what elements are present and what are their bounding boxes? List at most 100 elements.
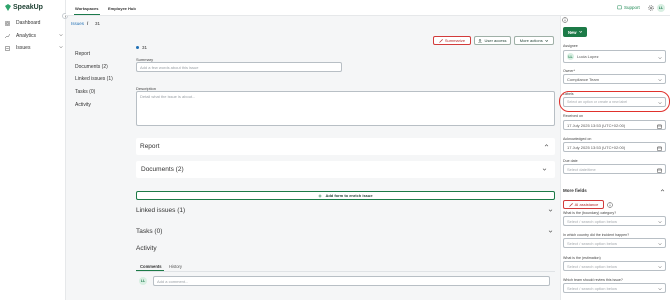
tab-employee-hub[interactable]: Employee Hub — [108, 6, 136, 11]
nav-link-documents[interactable]: Documents (2) — [75, 64, 108, 70]
chevron-down-icon — [59, 46, 63, 49]
chevron-down-icon — [59, 34, 63, 37]
top-bar: Workspaces Employee Hub Support LL — [66, 0, 670, 16]
assignee-value: Lucia Lopez — [577, 54, 599, 59]
sidebar-item-label: Analytics — [16, 33, 37, 39]
comment-input[interactable]: Add a comment... — [153, 276, 550, 286]
chevron-down-icon — [658, 220, 662, 223]
assignee-avatar: LL — [567, 53, 574, 60]
plus-icon — [318, 194, 322, 197]
received-date-input[interactable]: 17 July 2025 13:53 (UTC+02:00) — [563, 120, 666, 130]
chevron-down-icon — [578, 31, 582, 34]
chevron-down-icon — [658, 56, 662, 59]
question-4-placeholder: Select / search option below — [567, 285, 618, 291]
add-form-label: Add form to enrich issue — [325, 193, 373, 198]
question-2-select[interactable]: Select / search option below — [563, 238, 666, 248]
labels-highlight-annotation — [559, 91, 670, 112]
info-icon[interactable] — [607, 202, 613, 208]
question-3-label: What is the (estimation) — [563, 256, 601, 260]
calendar-icon — [657, 146, 662, 151]
sidebar-item-label: Dashboard — [16, 20, 41, 26]
app-logo-text: SpeakUp — [13, 4, 43, 11]
new-label: New — [567, 29, 577, 35]
nav-link-linked-issues[interactable]: Linked issues (1) — [75, 76, 113, 82]
chevron-down-icon — [544, 39, 548, 42]
description-textarea[interactable]: Detail what the issue is about... — [136, 91, 555, 126]
owner-label: Owner* — [563, 69, 575, 73]
question-1-placeholder: Select / search option below — [567, 218, 618, 224]
acknowledged-date-input[interactable]: 17 July 2025 13:53 (UTC+02:00) — [563, 142, 666, 152]
comment-avatar: LL — [139, 277, 147, 285]
received-value: 17 July 2025 13:53 (UTC+02:00) — [567, 122, 626, 128]
report-section[interactable] — [136, 138, 555, 155]
sidebar-item-issues[interactable]: Issues — [5, 45, 63, 51]
chevron-up-icon[interactable] — [544, 143, 549, 148]
status-dot-icon — [136, 46, 139, 49]
magic-wand-icon — [568, 202, 573, 207]
breadcrumb-separator: / — [87, 21, 89, 26]
ai-assistance-button[interactable]: AI assistance — [563, 200, 604, 209]
question-1-label: What is the (boundary) category? — [563, 211, 617, 215]
more-actions-label: More actions — [519, 38, 543, 43]
breadcrumb-issue-id: 31 — [95, 21, 101, 26]
question-3-select[interactable]: Select / search option below — [563, 261, 666, 271]
magic-wand-icon — [439, 38, 443, 43]
assignee-label: Assignee — [563, 44, 578, 48]
support-link[interactable]: Support — [617, 5, 640, 10]
question-2-label: In which country did the incident happen… — [563, 233, 630, 237]
chevron-up-icon[interactable] — [660, 188, 665, 193]
tasks-title: Tasks (0) — [136, 228, 163, 235]
question-1-select[interactable]: Select / search option below — [563, 216, 666, 226]
chevron-down-icon[interactable] — [548, 229, 553, 234]
user-avatar[interactable]: LL — [657, 4, 665, 12]
due-date-label: Due date — [563, 159, 578, 163]
calendar-icon — [657, 168, 662, 173]
nav-link-report[interactable]: Report — [75, 51, 90, 57]
report-title: Report — [140, 143, 160, 150]
add-form-button[interactable]: Add form to enrich issue — [136, 191, 555, 200]
more-actions-button[interactable]: More actions — [514, 36, 554, 45]
activity-title: Activity — [136, 245, 157, 252]
dashboard-icon — [5, 20, 10, 26]
new-button[interactable]: New — [563, 27, 587, 37]
owner-select[interactable]: Compliance Team — [563, 74, 666, 84]
app-logo[interactable]: SpeakUp — [5, 4, 43, 11]
support-label: Support — [624, 5, 640, 10]
due-date-input[interactable]: Select date/time — [563, 164, 666, 174]
due-date-placeholder: Select date/time — [567, 166, 596, 172]
nav-link-activity[interactable]: Activity — [75, 102, 91, 108]
more-fields-title[interactable]: More fields — [563, 188, 587, 193]
gear-icon[interactable] — [648, 5, 654, 11]
linked-issues-title: Linked issues (1) — [136, 207, 186, 214]
documents-section[interactable] — [136, 161, 555, 178]
nav-link-tasks[interactable]: Tasks (0) — [75, 89, 95, 95]
summarize-button[interactable]: Summarize — [433, 36, 471, 45]
question-2-placeholder: Select / search option below — [567, 240, 618, 246]
chevron-down-icon[interactable] — [548, 208, 553, 213]
summary-input[interactable]: Add a few words about this issue — [136, 62, 342, 72]
sidebar-item-dashboard[interactable]: Dashboard — [5, 20, 63, 26]
info-icon[interactable] — [562, 17, 568, 23]
user-access-label: User access — [484, 38, 507, 43]
question-4-select[interactable]: Select / search option below — [563, 283, 666, 293]
chevron-down-icon — [658, 78, 662, 81]
support-icon — [617, 5, 622, 10]
tab-history[interactable]: History — [169, 264, 182, 269]
tabs-divider — [136, 271, 555, 272]
chevron-down-icon[interactable] — [542, 167, 547, 172]
sidebar-item-analytics[interactable]: Analytics — [5, 33, 63, 39]
breadcrumb-issues[interactable]: Issues — [71, 21, 84, 26]
tab-comments[interactable]: Comments — [140, 264, 162, 269]
issue-status: 31 — [136, 45, 147, 50]
question-4-label: Which team should review this issue? — [563, 278, 623, 282]
user-access-button[interactable]: User access — [474, 36, 511, 45]
documents-title: Documents (2) — [141, 166, 184, 173]
calendar-icon — [657, 124, 662, 129]
received-label: Received on — [563, 114, 583, 118]
tab-workspaces[interactable]: Workspaces — [74, 6, 99, 15]
ai-assistance-label: AI assistance — [574, 202, 599, 207]
issues-icon — [5, 45, 10, 51]
assignee-select[interactable]: LL Lucia Lopez — [563, 50, 666, 63]
owner-value: Compliance Team — [567, 76, 599, 82]
sidebar-item-label: Issues — [16, 45, 31, 51]
